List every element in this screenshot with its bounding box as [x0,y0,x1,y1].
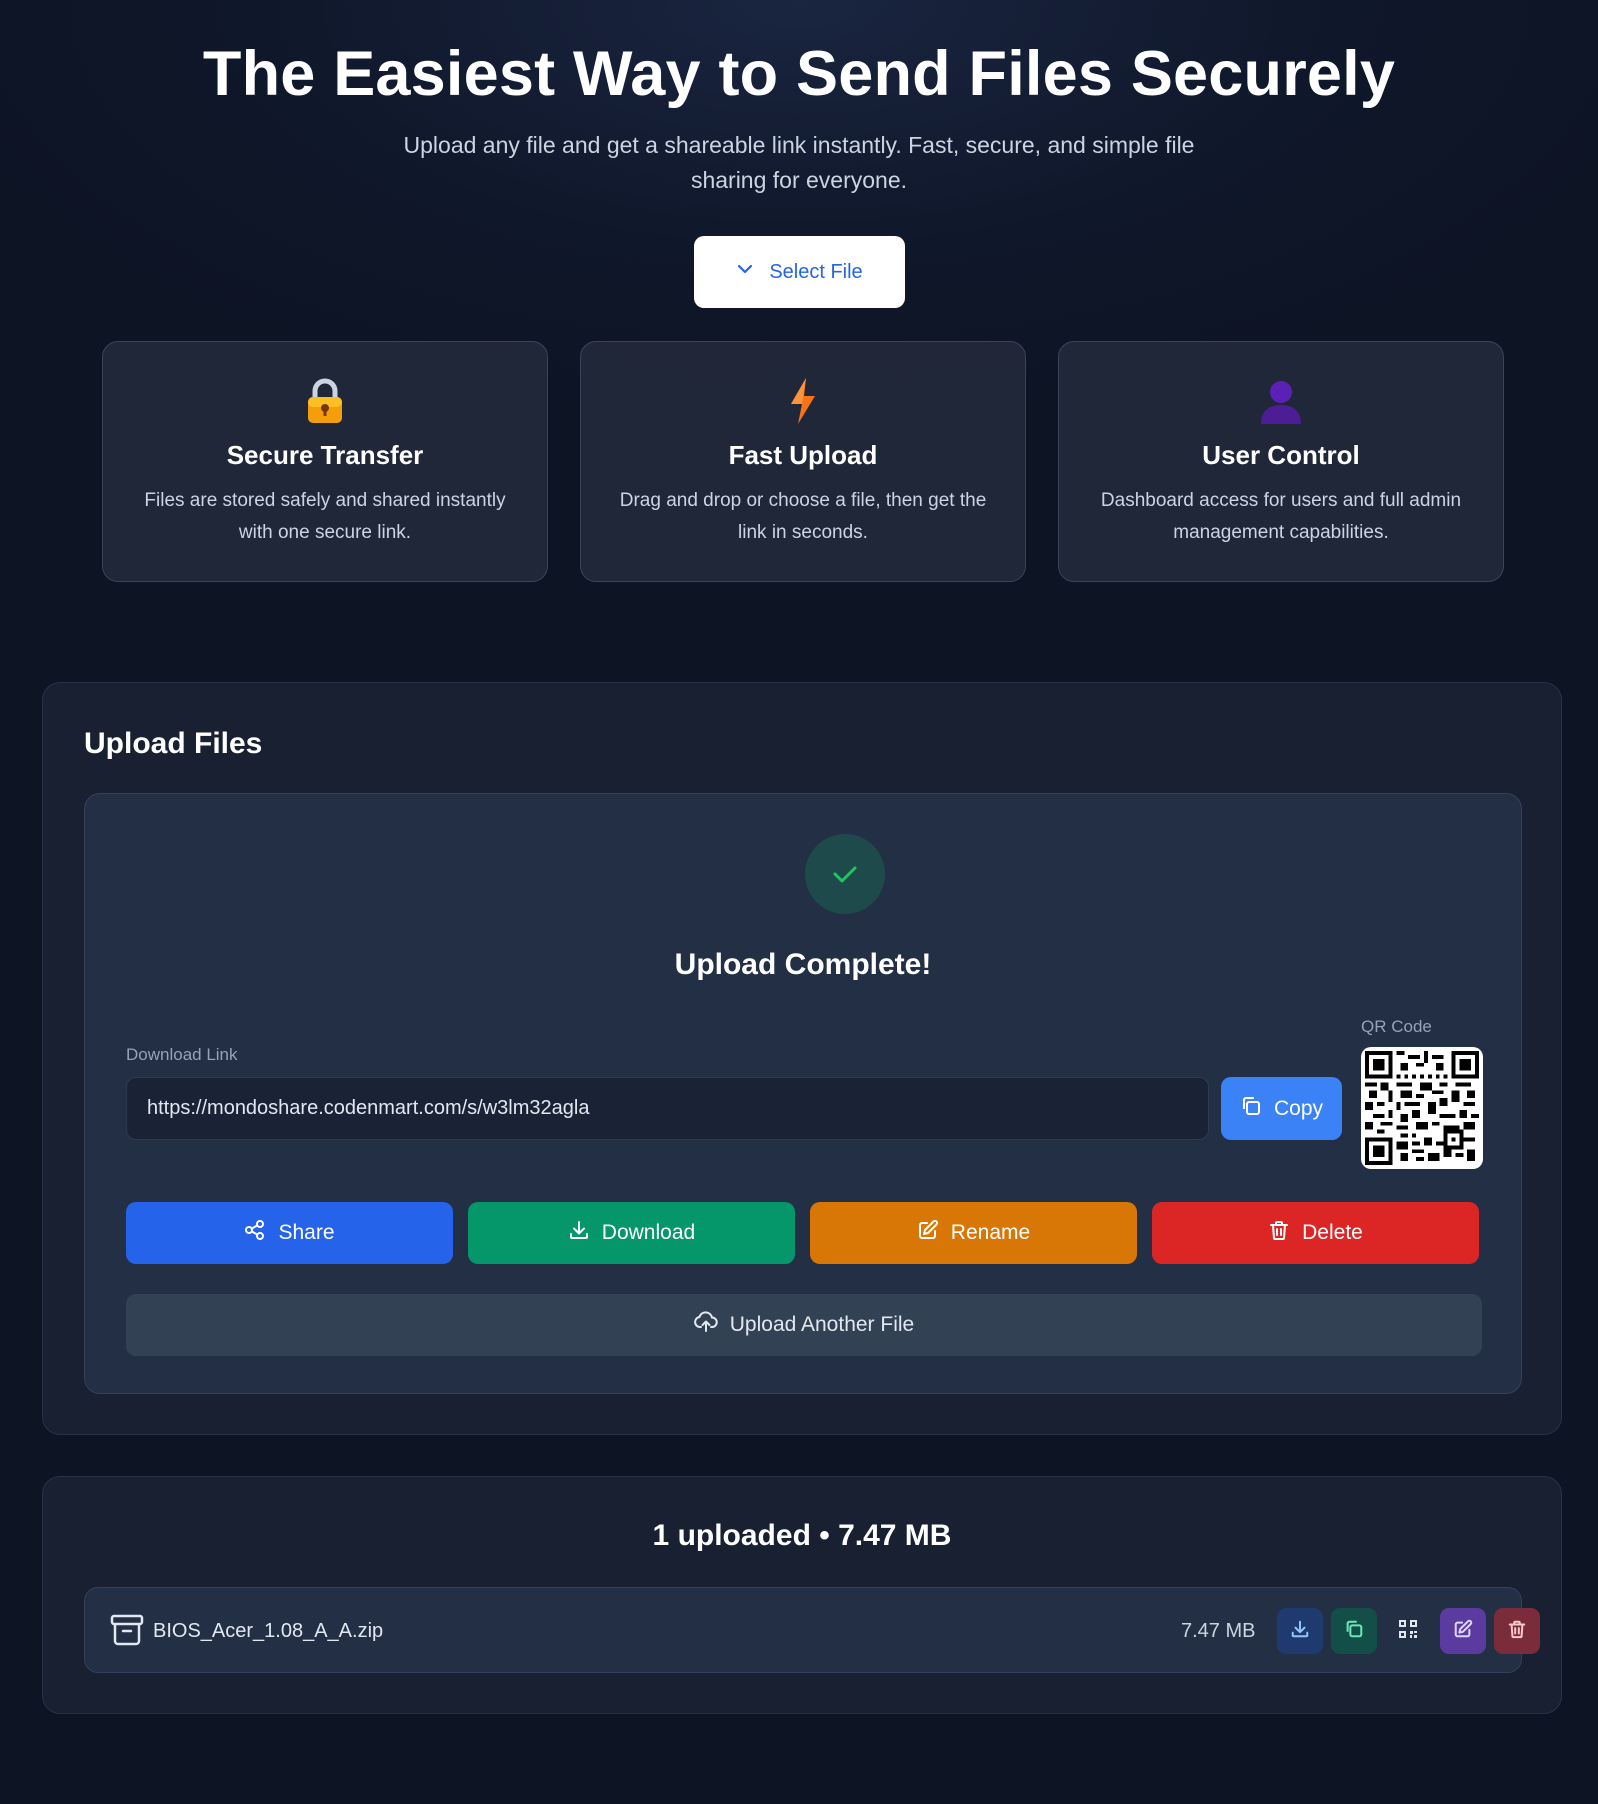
file-rename-button[interactable] [1440,1608,1486,1654]
feature-text: Files are stored safely and shared insta… [144,490,506,543]
file-delete-button[interactable] [1494,1608,1540,1654]
file-download-button[interactable] [1277,1608,1323,1654]
feature-card-fast: Fast Upload Drag and drop or choose a fi… [580,341,1026,582]
copy-button[interactable]: Copy [1221,1077,1342,1140]
archive-icon [109,1612,145,1653]
delete-button[interactable]: Delete [1152,1202,1479,1264]
qr-code-icon [1398,1619,1418,1644]
feature-title: Fast Upload [728,440,878,470]
file-qr-button[interactable] [1385,1608,1431,1654]
upload-status: Upload Complete! [674,948,932,981]
upload-panel: Upload Files Upload Complete! Download L… [42,682,1562,1435]
share-icon [244,1219,266,1247]
file-copy-link-button[interactable] [1331,1608,1377,1654]
file-list-item: BIOS_Acer_1.08_A_A.zip 7.47 MB [84,1587,1540,1673]
download-label: Download [601,1221,696,1244]
copy-icon [1240,1095,1262,1123]
rename-label: Rename [950,1221,1031,1244]
file-size: 7.47 MB [1181,1620,1256,1642]
share-label: Share [278,1221,335,1244]
cloud-upload-icon [693,1311,718,1339]
rename-button[interactable]: Rename [810,1202,1137,1264]
delete-label: Delete [1302,1221,1363,1244]
action-buttons: Share Download Rename Delete [126,1202,1479,1264]
user-icon [1059,376,1503,426]
download-link-label: Download Link [126,1045,238,1064]
download-link-field[interactable]: https://mondoshare.codenmart.com/s/w3lm3… [126,1077,1209,1140]
files-summary: 1 uploaded • 7.47 MB [652,1519,952,1552]
check-icon [805,834,885,914]
feature-title: Secure Transfer [226,440,424,470]
hero: The Easiest Way to Send Files Securely U… [0,0,1598,308]
edit-icon [917,1219,939,1247]
copy-icon [1344,1619,1364,1644]
upload-another-button[interactable]: Upload Another File [126,1294,1482,1356]
select-file-button[interactable]: Select File [693,236,905,308]
share-button[interactable]: Share [126,1202,453,1264]
feature-text: Dashboard access for users and full admi… [1100,490,1462,543]
select-file-label: Select File [769,260,863,283]
lightning-icon [581,376,1025,426]
download-icon [568,1219,590,1247]
feature-title: User Control [1202,440,1360,470]
download-button[interactable]: Download [468,1202,795,1264]
feature-card-secure: Secure Transfer Files are stored safely … [102,341,548,582]
feature-cards: Secure Transfer Files are stored safely … [102,341,1504,582]
upload-another-label: Upload Another File [729,1313,915,1336]
trash-icon [1268,1219,1290,1247]
download-icon [1290,1619,1310,1644]
page-subtitle: Upload any file and get a shareable link… [403,132,1195,193]
lock-icon [103,376,547,426]
copy-label: Copy [1273,1096,1324,1120]
upload-result-card: Upload Complete! Download Link https://m… [84,793,1522,1394]
upload-heading: Upload Files [84,727,263,760]
chevron-down-icon [735,259,755,285]
feature-card-control: User Control Dashboard access for users … [1058,341,1504,582]
edit-icon [1453,1619,1473,1644]
page-title: The Easiest Way to Send Files Securely [202,39,1396,109]
qr-code-image[interactable] [1361,1047,1483,1169]
uploaded-files-panel: 1 uploaded • 7.47 MB BIOS_Acer_1.08_A_A.… [42,1476,1562,1714]
file-name: BIOS_Acer_1.08_A_A.zip [153,1620,384,1642]
qr-code-label: QR Code [1361,1017,1432,1036]
feature-text: Drag and drop or choose a file, then get… [619,490,987,543]
trash-icon [1507,1619,1527,1644]
